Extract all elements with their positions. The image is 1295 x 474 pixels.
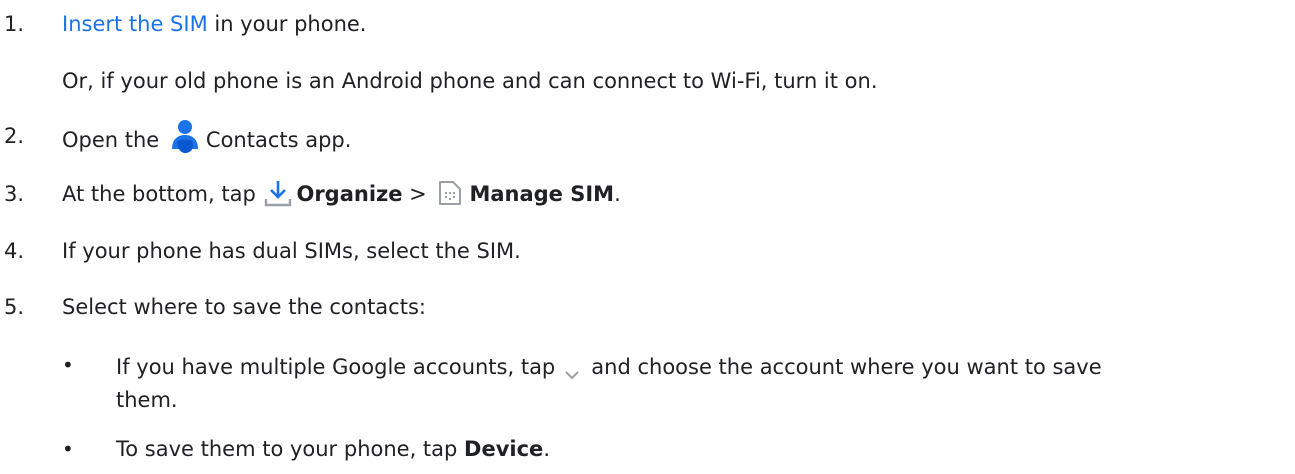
organize-download-icon: [264, 179, 292, 207]
bullet-text-wrap: them.: [116, 388, 178, 412]
bullet-dot: •: [62, 437, 74, 461]
bullet-text-after: and choose the account where you want to…: [591, 355, 1102, 379]
bullet-text: If you have multiple Google accounts, ta…: [116, 351, 1286, 417]
step-text-after: Contacts app.: [205, 128, 352, 152]
step-text: Insert the SIM in your phone.: [62, 10, 366, 38]
bullet-text: To save them to your phone, tap Device.: [116, 435, 1286, 463]
step-text: Open the Contacts app.: [62, 119, 352, 160]
step-text: Select where to save the contacts:: [62, 295, 426, 319]
instruction-steps: 1. Insert the SIM in your phone. Or, if …: [0, 0, 1295, 474]
manage-sim-label: Manage SIM: [469, 182, 615, 206]
bullet-text-before: If you have multiple Google accounts, ta…: [116, 355, 556, 379]
organize-label: Organize: [296, 182, 403, 206]
chevron-down-icon: [561, 360, 583, 380]
bullet-text-end: .: [543, 437, 550, 461]
step-number: 5.: [4, 295, 25, 319]
step-text: At the bottom, tap Organize > Manage SIM…: [62, 180, 621, 209]
contacts-person-icon: [170, 119, 200, 157]
step-text-before: At the bottom, tap: [62, 182, 263, 206]
insert-sim-link[interactable]: Insert the SIM: [62, 12, 208, 36]
step-text-before: Open the: [62, 128, 166, 152]
bullet-text-before: To save them to your phone, tap: [116, 437, 465, 461]
bullet-dot: •: [62, 353, 74, 377]
step-number: 4.: [4, 239, 25, 263]
step-note-text: Or, if your old phone is an Android phon…: [62, 69, 878, 93]
device-label: Device: [464, 437, 544, 461]
step-text: If your phone has dual SIMs, select the …: [62, 239, 521, 263]
sim-card-icon: [437, 179, 463, 207]
step-text-end: .: [614, 182, 621, 206]
step-number: 1.: [4, 12, 25, 36]
step-number: 3.: [4, 182, 25, 206]
step-text-rest: in your phone.: [207, 12, 367, 36]
step-number: 2.: [4, 124, 25, 148]
separator: >: [402, 182, 434, 206]
